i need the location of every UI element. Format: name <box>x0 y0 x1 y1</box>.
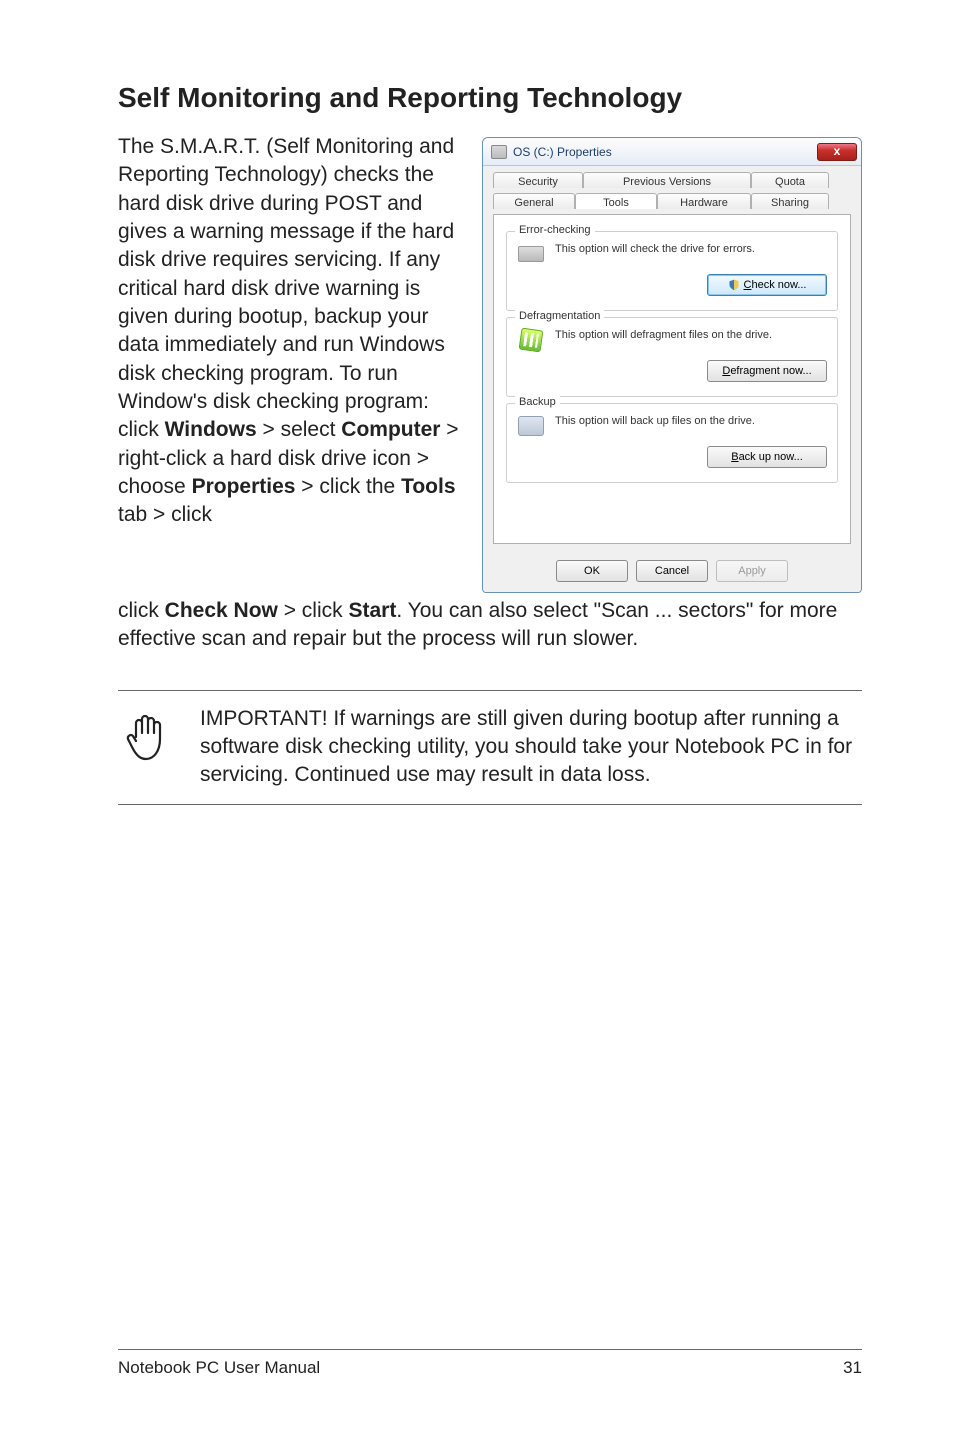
apply-button[interactable]: Apply <box>716 560 788 582</box>
body-paragraph-continued: click Check Now > click Start. You can a… <box>118 597 862 654</box>
backup-now-button[interactable]: Back up now... <box>707 446 827 468</box>
footer-manual-title: Notebook PC User Manual <box>118 1358 320 1378</box>
page-footer: Notebook PC User Manual 31 <box>118 1349 862 1378</box>
group-defragmentation: Defragmentation This option will defragm… <box>506 317 838 397</box>
dialog-title: OS (C:) Properties <box>513 145 612 159</box>
group-label-error-checking: Error-checking <box>515 224 595 236</box>
important-note-text: IMPORTANT! If warnings are still given d… <box>200 705 862 790</box>
para-text: The S.M.A.R.T. (Self Monitoring and Repo… <box>118 135 454 441</box>
kw-windows: Windows <box>165 418 257 441</box>
check-now-button[interactable]: Check now... <box>707 274 827 296</box>
kw-start: Start <box>348 599 396 622</box>
tools-tab-panel: Error-checking This option will check th… <box>493 214 851 544</box>
tab-sharing[interactable]: Sharing <box>751 193 829 209</box>
tab-hardware[interactable]: Hardware <box>657 193 751 209</box>
backup-now-label: Back up now... <box>731 451 803 463</box>
hand-stop-icon <box>118 705 178 790</box>
shield-icon <box>728 279 740 291</box>
para-text: > click the <box>295 475 401 498</box>
ok-button[interactable]: OK <box>556 560 628 582</box>
group-backup: Backup This option will back up files on… <box>506 403 838 483</box>
footer-page-number: 31 <box>843 1358 862 1378</box>
section-heading: Self Monitoring and Reporting Technology <box>118 80 862 115</box>
dialog-footer: OK Cancel Apply <box>483 554 861 592</box>
important-note: IMPORTANT! If warnings are still given d… <box>118 691 862 805</box>
close-button[interactable]: x <box>817 143 857 161</box>
properties-dialog: OS (C:) Properties x Security Previous V… <box>482 137 862 593</box>
defragment-now-label: Defragment now... <box>722 365 811 377</box>
tab-tools[interactable]: Tools <box>575 193 657 209</box>
dialog-titlebar: OS (C:) Properties x <box>483 138 861 166</box>
group-label-backup: Backup <box>515 396 560 408</box>
body-paragraph: The S.M.A.R.T. (Self Monitoring and Repo… <box>118 133 460 530</box>
kw-computer: Computer <box>341 418 440 441</box>
properties-dialog-screenshot: OS (C:) Properties x Security Previous V… <box>482 137 862 593</box>
backup-text: This option will back up files on the dr… <box>555 414 827 429</box>
defragment-icon <box>517 328 545 352</box>
drive-icon <box>491 145 507 159</box>
kw-tools: Tools <box>401 475 455 498</box>
group-error-checking: Error-checking This option will check th… <box>506 231 838 311</box>
group-label-defragmentation: Defragmentation <box>515 310 604 322</box>
tab-quota[interactable]: Quota <box>751 172 829 188</box>
check-now-label: Check now... <box>744 279 807 291</box>
tab-security[interactable]: Security <box>493 172 583 188</box>
kw-properties: Properties <box>192 475 296 498</box>
para-text: tab > click <box>118 503 212 526</box>
para-text: > select <box>257 418 342 441</box>
tab-previous-versions[interactable]: Previous Versions <box>583 172 751 188</box>
para-text: click <box>118 599 165 622</box>
tab-general[interactable]: General <box>493 193 575 209</box>
cancel-button[interactable]: Cancel <box>636 560 708 582</box>
error-checking-text: This option will check the drive for err… <box>555 242 827 257</box>
disk-check-icon <box>517 242 545 266</box>
defragmentation-text: This option will defragment files on the… <box>555 328 827 343</box>
defragment-now-button[interactable]: Defragment now... <box>707 360 827 382</box>
backup-icon <box>517 414 545 438</box>
para-text: > click <box>278 599 349 622</box>
kw-check-now: Check Now <box>165 599 278 622</box>
